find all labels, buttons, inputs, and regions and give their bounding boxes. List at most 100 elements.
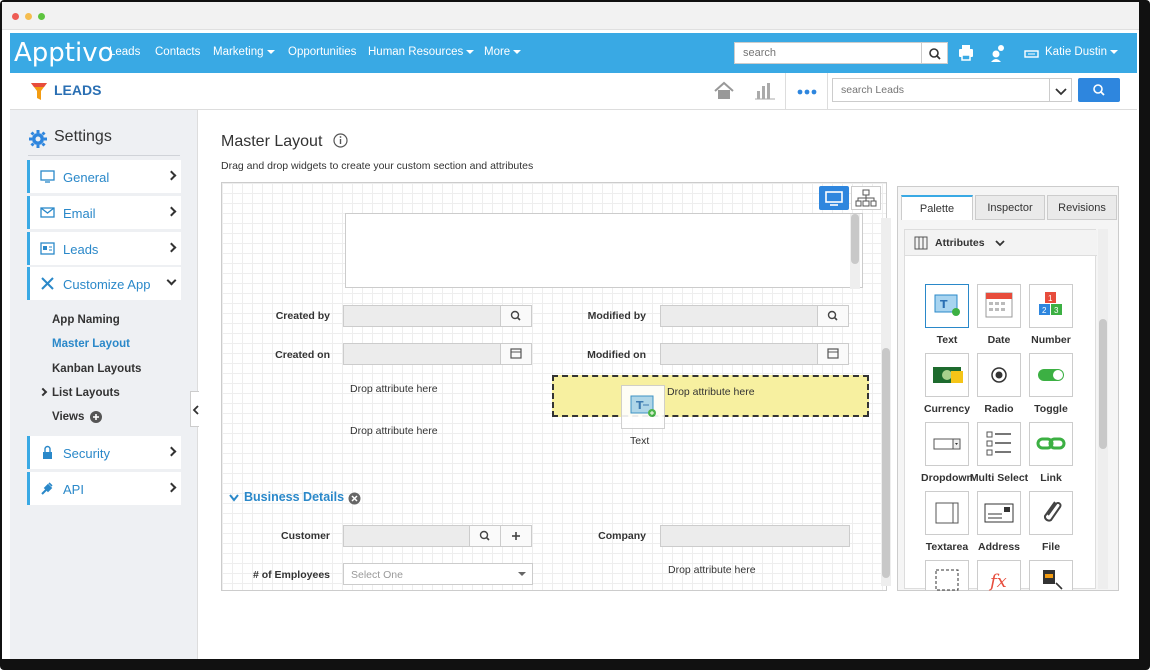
- tab-palette[interactable]: Palette: [901, 195, 973, 220]
- global-search-button[interactable]: [922, 42, 948, 64]
- widget-section[interactable]: [925, 560, 969, 591]
- sidebar-item-customize-app[interactable]: Customize App: [27, 267, 181, 300]
- widget-date[interactable]: [977, 284, 1021, 328]
- printer-icon[interactable]: [956, 43, 976, 63]
- created-on-calendar-button[interactable]: [500, 343, 532, 365]
- widget-number[interactable]: 123: [1029, 284, 1073, 328]
- dragging-text-widget[interactable]: T: [621, 385, 665, 429]
- attributes-header[interactable]: Attributes: [905, 230, 1097, 256]
- textarea-field[interactable]: [345, 213, 863, 289]
- widget-textarea[interactable]: [925, 491, 969, 535]
- created-by-search-button[interactable]: [500, 305, 532, 327]
- widget-file[interactable]: [1029, 491, 1073, 535]
- textarea-scrollbar[interactable]: [850, 214, 860, 289]
- chevron-down-icon[interactable]: [228, 493, 240, 503]
- page-title: Master Layout: [221, 133, 348, 151]
- created-on-input[interactable]: [343, 343, 501, 365]
- leads-search-input[interactable]: [832, 78, 1050, 102]
- company-input[interactable]: [660, 525, 850, 547]
- desktop-view-button[interactable]: [819, 186, 849, 210]
- widget-link[interactable]: [1029, 422, 1073, 466]
- customer-add-button[interactable]: [500, 525, 532, 547]
- palette-scrollbar[interactable]: [1098, 229, 1108, 589]
- user-menu[interactable]: Katie Dustin: [1045, 46, 1119, 58]
- sidebar-item-api[interactable]: API: [27, 472, 181, 505]
- chevron-down-icon: [995, 240, 1005, 247]
- tab-inspector[interactable]: Inspector: [975, 195, 1045, 220]
- drop-zone-highlighted[interactable]: Drop attribute here: [552, 375, 869, 417]
- widget-toggle[interactable]: [1029, 353, 1073, 397]
- nav-marketing-label: Marketing: [213, 46, 264, 58]
- customer-input[interactable]: [343, 525, 470, 547]
- sidebar-item-general[interactable]: General: [27, 160, 181, 193]
- layout-canvas[interactable]: Created by Modified by Created on Modifi…: [221, 182, 887, 591]
- sidebar-item-label: Leads: [63, 242, 99, 257]
- number-blocks-icon: 12 3: [1039, 292, 1062, 315]
- svg-text:T: T: [940, 298, 948, 311]
- canvas-scrollbar[interactable]: [881, 218, 891, 586]
- remove-section-icon[interactable]: [348, 492, 361, 505]
- scrollbar-thumb[interactable]: [851, 214, 859, 264]
- widget-multi-select[interactable]: [977, 422, 1021, 466]
- sidebar-subitem-app-naming[interactable]: App Naming: [52, 314, 120, 326]
- attributes-label: Attributes: [935, 237, 985, 249]
- close-window-dot[interactable]: [12, 13, 19, 20]
- widget-panel: Palette Inspector Revisions Attributes T…: [897, 186, 1119, 592]
- sidebar-subitem-views[interactable]: Views: [52, 411, 84, 423]
- tab-revisions[interactable]: Revisions: [1047, 195, 1117, 220]
- sidebar-item-security[interactable]: Security: [27, 436, 181, 469]
- scrollbar-thumb[interactable]: [1099, 319, 1107, 449]
- settings-heading: Settings: [54, 128, 112, 145]
- search-icon: [1093, 84, 1105, 96]
- maximize-window-dot[interactable]: [38, 13, 45, 20]
- info-icon[interactable]: [333, 133, 348, 148]
- modified-on-input[interactable]: [660, 343, 818, 365]
- sidebar-subitem-kanban-layouts[interactable]: Kanban Layouts: [52, 363, 141, 375]
- minimize-window-dot[interactable]: [25, 13, 32, 20]
- field-label: Created by: [275, 310, 330, 322]
- widget-address[interactable]: [977, 491, 1021, 535]
- sidebar-subitem-master-layout[interactable]: Master Layout: [52, 338, 130, 350]
- modified-by-search-button[interactable]: [817, 305, 849, 327]
- drop-zone[interactable]: Drop attribute here: [350, 383, 438, 395]
- created-by-input[interactable]: [343, 305, 501, 327]
- chart-icon[interactable]: [754, 81, 776, 101]
- home-icon[interactable]: [713, 81, 735, 101]
- nav-opportunities[interactable]: Opportunities: [288, 46, 356, 58]
- modified-on-calendar-button[interactable]: [817, 343, 849, 365]
- nav-more[interactable]: More: [484, 46, 522, 58]
- chevron-right-icon[interactable]: [38, 387, 48, 397]
- drop-zone[interactable]: Drop attribute here: [350, 425, 438, 437]
- sidebar-subitem-list-layouts[interactable]: List Layouts: [52, 387, 120, 399]
- search-icon: [479, 530, 490, 541]
- global-search-input[interactable]: [734, 42, 922, 64]
- widget-formula[interactable]: fx: [977, 560, 1021, 592]
- dropdown-icon: [933, 438, 961, 450]
- sidebar-item-email[interactable]: Email: [27, 196, 181, 229]
- nav-leads[interactable]: Leads: [109, 46, 140, 58]
- widget-text[interactable]: T: [925, 284, 969, 328]
- add-view-icon[interactable]: [90, 411, 102, 423]
- field-label: # of Employees: [252, 569, 330, 581]
- sidebar-item-leads[interactable]: Leads: [27, 232, 181, 265]
- section-title[interactable]: Business Details: [244, 490, 344, 504]
- nav-marketing[interactable]: Marketing: [213, 46, 275, 58]
- modified-by-input[interactable]: [660, 305, 818, 327]
- users-icon[interactable]: [988, 43, 1008, 63]
- nav-human-resources[interactable]: Human Resources: [368, 46, 475, 58]
- widget-radio[interactable]: [977, 353, 1021, 397]
- scrollbar-thumb[interactable]: [882, 348, 890, 578]
- employees-select[interactable]: Select One: [343, 563, 533, 585]
- widget-dropdown[interactable]: [925, 422, 969, 466]
- nav-contacts[interactable]: Contacts: [155, 46, 200, 58]
- leads-search-button[interactable]: [1078, 78, 1120, 102]
- calendar-icon: [510, 348, 522, 359]
- drop-zone[interactable]: Drop attribute here: [668, 564, 756, 576]
- apptivo-logo[interactable]: Apptivo: [14, 38, 114, 68]
- customer-search-button[interactable]: [469, 525, 501, 547]
- more-actions-button[interactable]: [785, 73, 828, 110]
- widget-reference[interactable]: [1029, 560, 1073, 590]
- sitemap-view-button[interactable]: [851, 186, 881, 210]
- widget-currency[interactable]: [925, 353, 969, 397]
- leads-search-dropdown[interactable]: [1050, 78, 1072, 102]
